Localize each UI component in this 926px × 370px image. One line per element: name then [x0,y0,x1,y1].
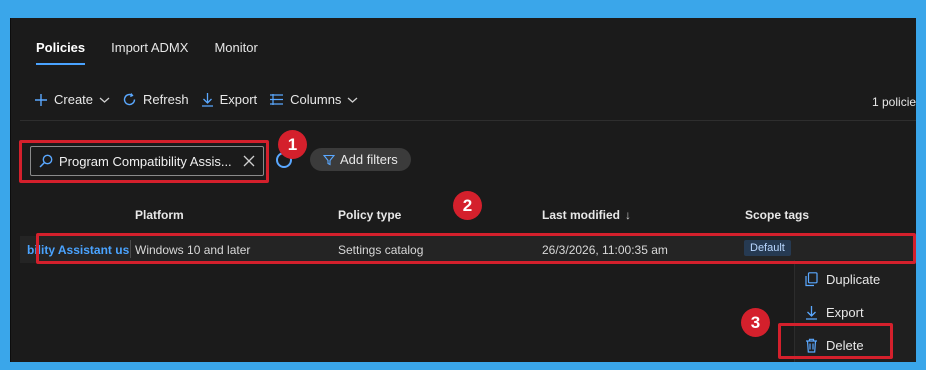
last-modified-label: Last modified [542,208,621,222]
column-header-scope-tags[interactable]: Scope tags [745,208,809,222]
export-label: Export [219,92,258,107]
columns-label: Columns [290,92,342,107]
policies-panel: Policies Import ADMX Monitor Create Refr… [10,18,916,362]
row-highlight-box [36,233,916,264]
columns-button[interactable]: Columns [269,92,358,107]
create-label: Create [54,92,94,107]
column-header-last-modified[interactable]: Last modified ↓ [542,208,631,222]
duplicate-label: Duplicate [826,272,881,287]
duplicate-menu-item[interactable]: Duplicate [805,272,880,287]
filter-icon [323,154,335,166]
chevron-down-icon [99,96,110,104]
column-header-platform[interactable]: Platform [135,208,184,222]
tab-bar: Policies Import ADMX Monitor [36,40,258,65]
policy-count: 1 policies [872,95,916,109]
add-filters-button[interactable]: Add filters [310,148,411,171]
refresh-button[interactable]: Refresh [122,92,189,107]
step-badge-1: 1 [278,130,307,159]
tab-import-admx[interactable]: Import ADMX [111,40,188,65]
export-menu-label: Export [826,305,864,320]
download-icon [805,305,818,320]
columns-icon [269,93,284,106]
plus-icon [34,93,48,107]
panel-edge [10,18,11,362]
chevron-down-icon [347,96,358,104]
export-button[interactable]: Export [201,92,258,107]
delete-highlight-box [778,323,893,359]
copy-icon [805,272,818,287]
tab-policies[interactable]: Policies [36,40,86,65]
tab-monitor[interactable]: Monitor [214,40,257,65]
step-badge-2: 2 [453,191,482,220]
search-highlight-box [19,140,269,183]
command-bar: Create Refresh Export Columns [34,92,370,107]
export-menu-item[interactable]: Export [805,305,864,320]
download-icon [201,92,214,107]
column-header-policy-type[interactable]: Policy type [338,208,401,222]
refresh-label: Refresh [143,92,189,107]
step-badge-3: 3 [741,308,770,337]
toolbar-divider [20,120,916,121]
sort-down-icon: ↓ [625,208,632,222]
create-button[interactable]: Create [34,92,110,107]
refresh-icon [122,92,137,107]
add-filters-label: Add filters [340,152,398,167]
